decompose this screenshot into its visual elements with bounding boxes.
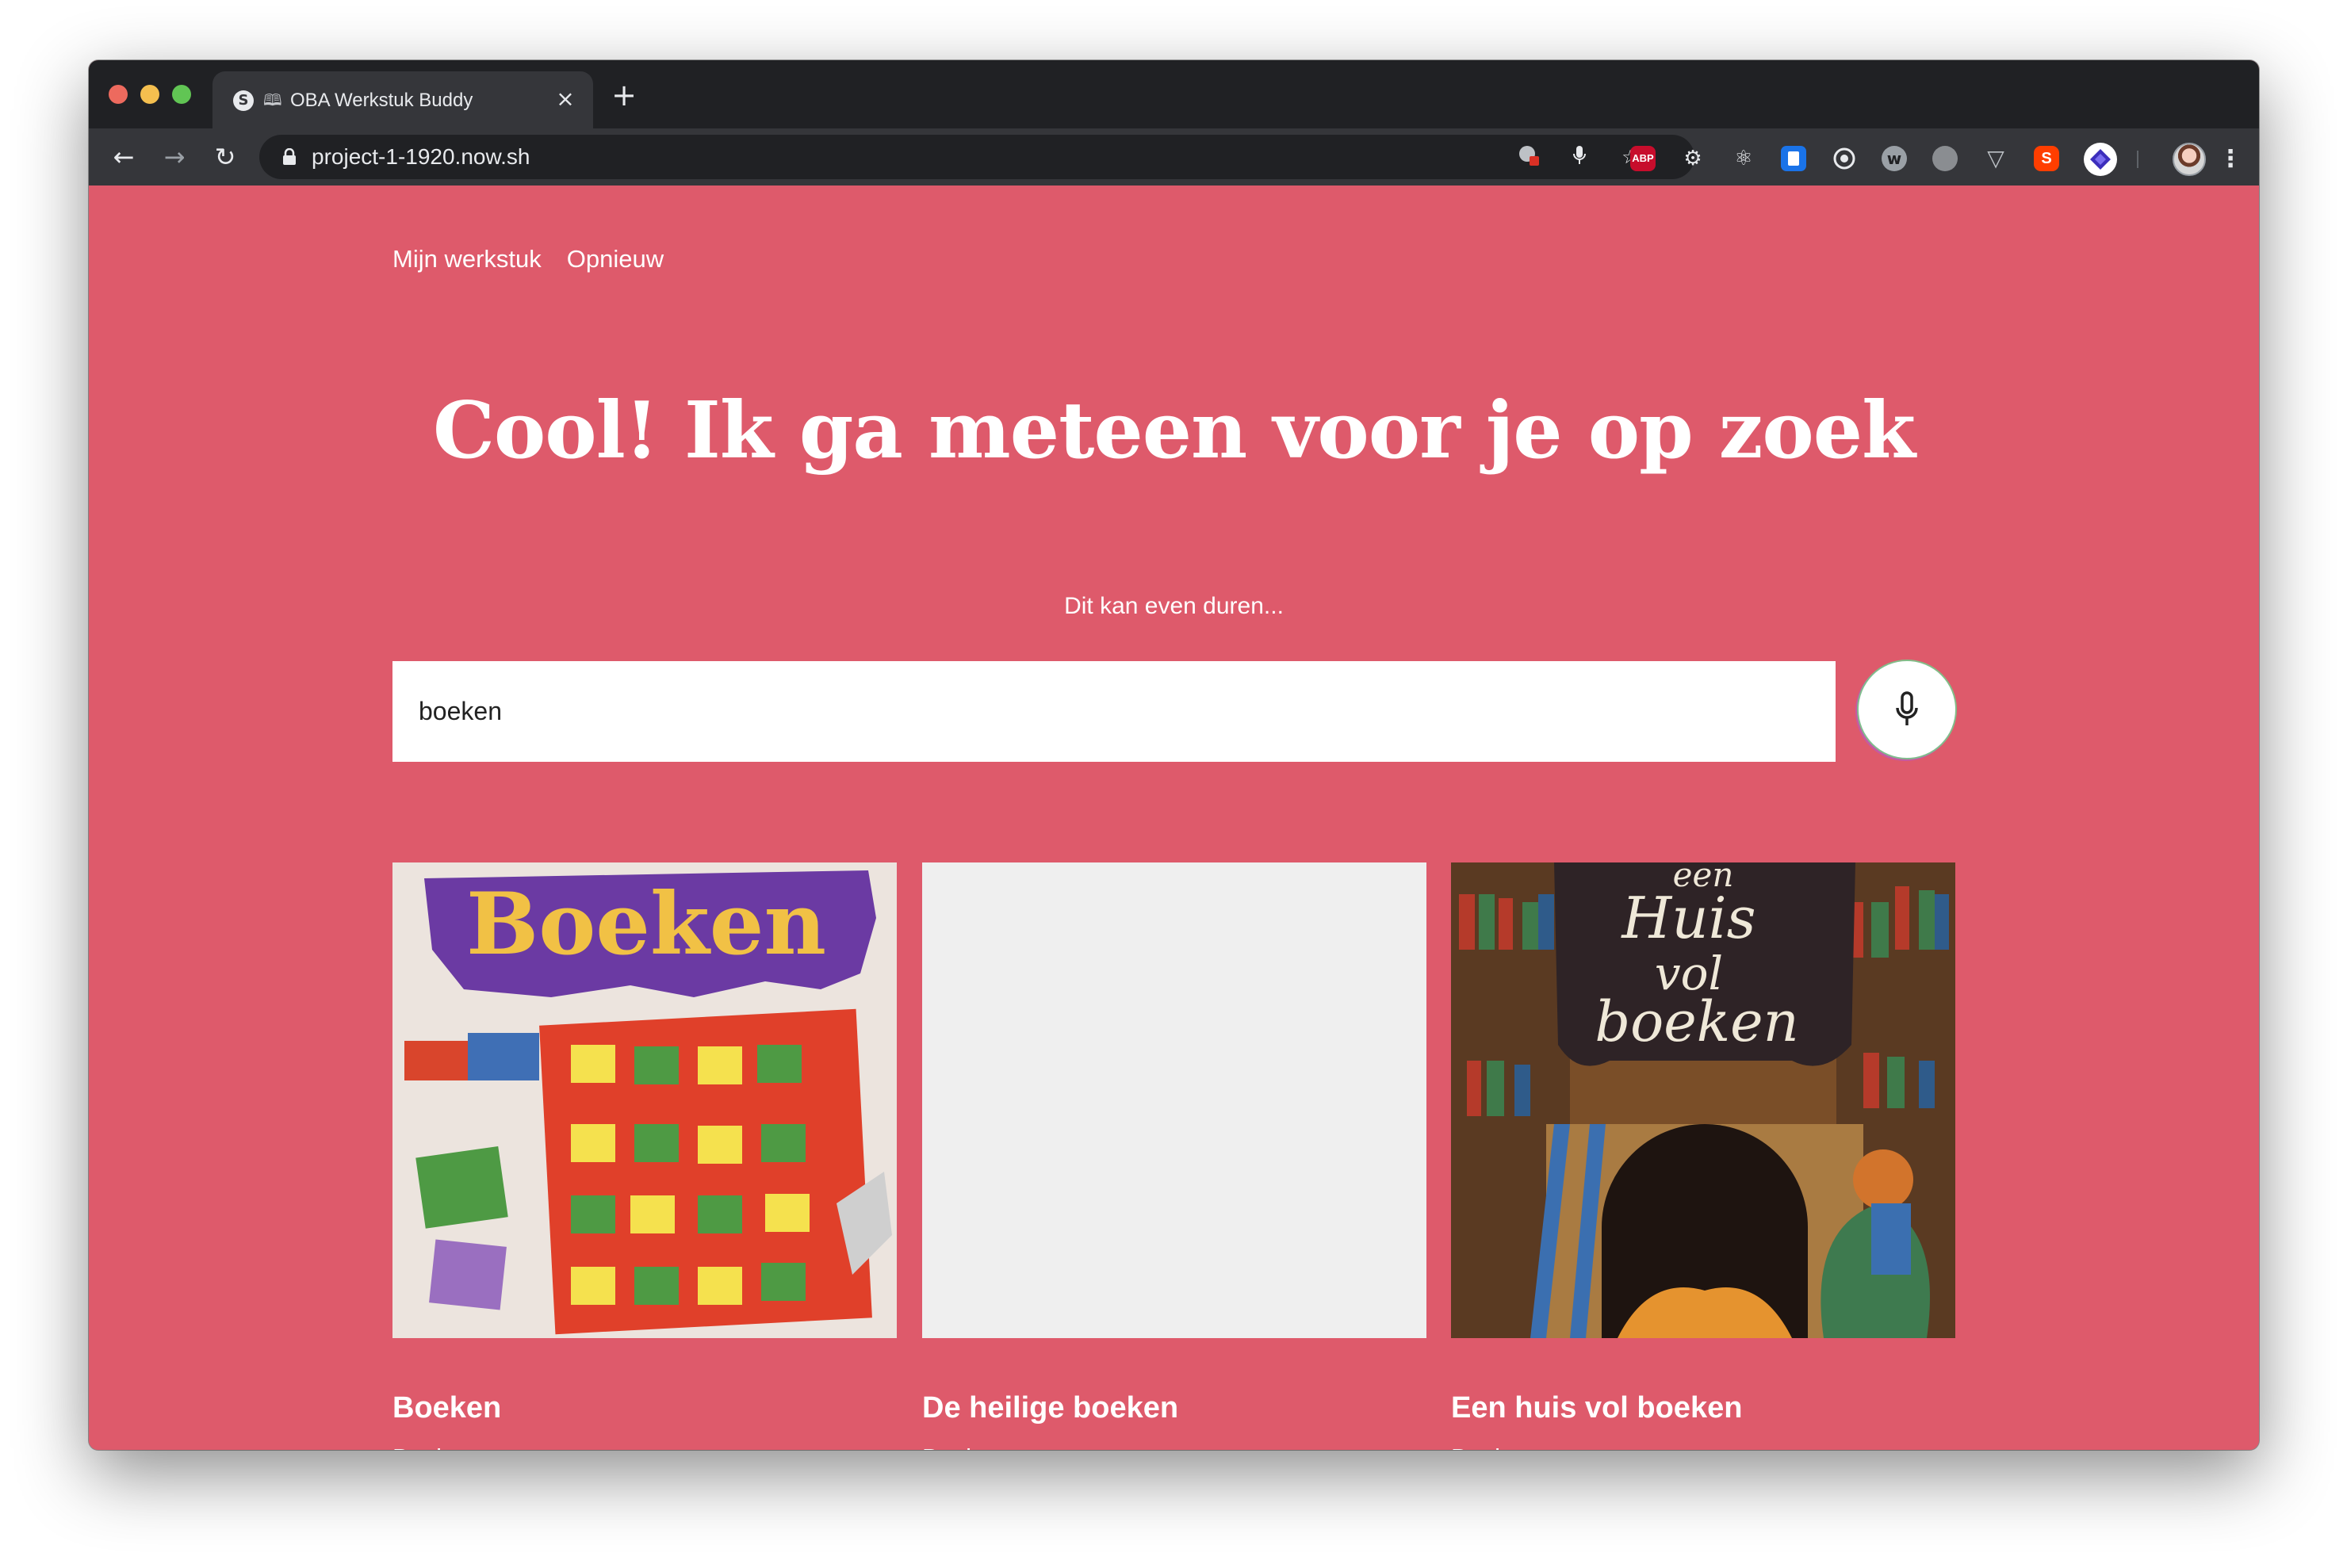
book-title[interactable]: Boeken <box>392 1389 501 1427</box>
loading-subtext: Dit kan even duren... <box>1064 593 1284 619</box>
book-type: Boek <box>1451 1442 1507 1450</box>
cover-text-line3: boeken <box>1595 989 1798 1054</box>
nav-link-my-work[interactable]: Mijn werkstuk <box>392 243 542 276</box>
tab-title: OBA Werkstuk Buddy <box>290 90 473 111</box>
browser-menu-icon[interactable]: ⋮ <box>2219 143 2242 176</box>
page-heading: Cool! Ik ga meteen voor je op zoek <box>432 385 1916 476</box>
search-input[interactable] <box>392 661 1836 762</box>
browser-tab[interactable]: S 🕮 OBA Werkstuk Buddy × <box>212 71 593 128</box>
wappalyzer-icon[interactable]: w <box>1882 146 1907 171</box>
close-tab-icon[interactable]: × <box>552 86 579 113</box>
minimize-window-button[interactable] <box>140 85 159 104</box>
vue-devtools-icon[interactable]: ▽ <box>1983 146 2008 171</box>
back-arrow-icon[interactable]: ← <box>106 140 141 174</box>
profile-avatar[interactable] <box>2173 143 2206 176</box>
close-window-button[interactable] <box>109 85 128 104</box>
extension-white-circle-icon[interactable] <box>2084 143 2117 176</box>
gear-extension-icon[interactable]: ⚙ <box>1680 146 1706 171</box>
toolbar-separator <box>2137 151 2138 168</box>
microphone-icon <box>1896 691 1918 725</box>
forward-arrow-icon[interactable]: → <box>157 140 192 174</box>
cover-title-text: Boeken <box>466 874 826 974</box>
new-tab-button[interactable]: + <box>608 79 640 111</box>
svelte-icon[interactable]: S <box>2034 146 2059 171</box>
translate-blocked-icon[interactable] <box>1516 144 1541 170</box>
book-title[interactable]: Een huis vol boeken <box>1451 1389 1742 1427</box>
book-type: Boek <box>922 1442 978 1450</box>
book-type: Boek <box>392 1442 449 1450</box>
cover-text-line1: Huis <box>1620 885 1755 951</box>
reload-icon[interactable]: ↻ <box>208 140 243 174</box>
lock-icon <box>278 146 301 168</box>
address-bar[interactable]: project-1-1920.now.sh ☆ <box>259 135 1694 179</box>
book-title[interactable]: De heilige boeken <box>922 1389 1178 1427</box>
microphone-icon[interactable] <box>1567 144 1592 170</box>
maximize-window-button[interactable] <box>172 85 191 104</box>
target-extension-icon[interactable] <box>1832 146 1857 171</box>
book-emoji-icon: 🕮 <box>263 90 282 109</box>
adblock-plus-icon[interactable]: ABP <box>1630 146 1656 171</box>
book-cover-placeholder[interactable] <box>922 862 1426 1338</box>
browser-window: S 🕮 OBA Werkstuk Buddy × + ← → ↻ project… <box>89 60 2259 1450</box>
react-devtools-icon[interactable]: ⚛ <box>1731 146 1756 171</box>
browser-toolbar: ← → ↻ project-1-1920.now.sh ☆ ABP ⚙ ⚛ <box>89 128 2259 186</box>
book-cover-image[interactable]: Boeken <box>392 862 897 1338</box>
tab-strip: S 🕮 OBA Werkstuk Buddy × + <box>89 60 2259 128</box>
site-favicon-icon: S <box>233 90 254 111</box>
top-navigation: Mijn werkstuk Opnieuw <box>392 243 664 276</box>
nav-link-restart[interactable]: Opnieuw <box>567 243 664 276</box>
extension-blue-icon[interactable] <box>1781 146 1806 171</box>
page-content: Mijn werkstuk Opnieuw Cool! Ik ga meteen… <box>89 185 2259 1450</box>
book-cover-image[interactable]: een Huis vol boeken <box>1451 862 1955 1338</box>
url-text: project-1-1920.now.sh <box>312 144 530 169</box>
voice-search-button[interactable] <box>1859 661 1955 758</box>
extension-grey-icon[interactable] <box>1932 146 1958 171</box>
